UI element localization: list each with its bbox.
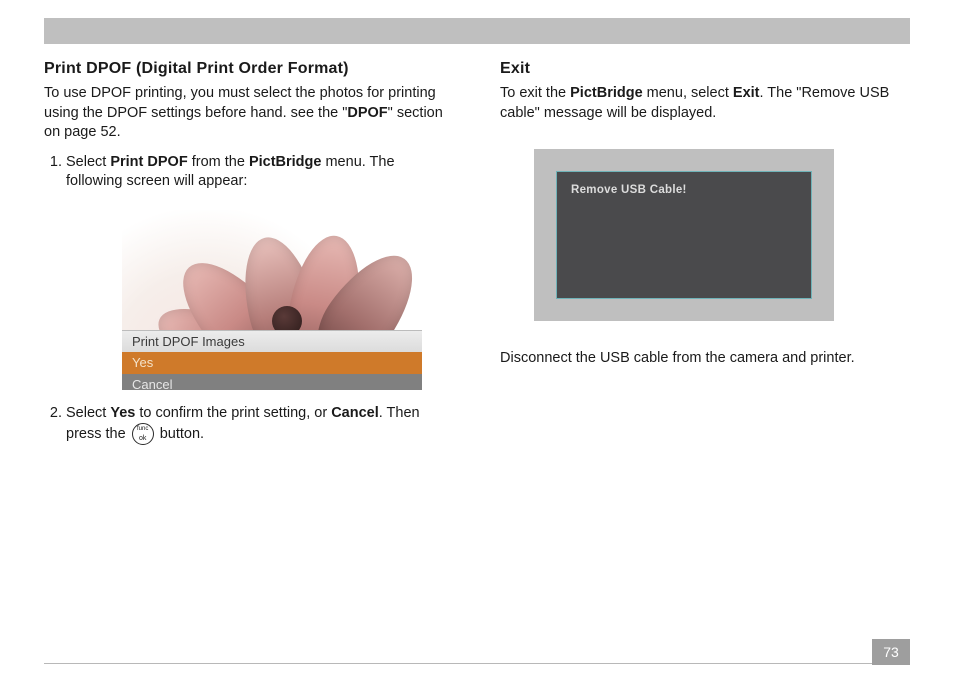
dpof-screenshot: Print DPOF Images Yes Cancel (122, 210, 422, 390)
exit-outro: Disconnect the USB cable from the camera… (500, 349, 910, 369)
text: To exit the (500, 85, 570, 101)
remove-usb-message: Remove USB Cable! (571, 184, 797, 196)
menu-item-cancel: Cancel (122, 374, 422, 390)
text-bold: Print DPOF (110, 154, 187, 170)
text-bold: PictBridge (249, 154, 322, 170)
heading-print-dpof: Print DPOF (Digital Print Order Format) (44, 60, 454, 78)
dpof-steps: Select Print DPOF from the PictBridge me… (44, 153, 454, 446)
text: menu, select (643, 85, 733, 101)
text-bold: PictBridge (570, 85, 643, 101)
menu-title: Print DPOF Images (122, 330, 422, 353)
flower-photo (122, 210, 422, 330)
text-bold: Cancel (331, 405, 379, 421)
page-number: 73 (872, 639, 910, 665)
step-1: Select Print DPOF from the PictBridge me… (66, 153, 454, 390)
text: button. (156, 426, 204, 442)
text-bold: DPOF (347, 105, 387, 121)
text: Select (66, 405, 110, 421)
menu-item-yes: Yes (122, 352, 422, 374)
text: Select (66, 154, 110, 170)
left-column: Print DPOF (Digital Print Order Format) … (44, 60, 454, 453)
func-ok-button-icon (132, 423, 154, 445)
exit-screenshot: Remove USB Cable! (534, 149, 834, 321)
text-bold: Yes (110, 405, 135, 421)
text-bold: Exit (733, 85, 760, 101)
dpof-intro: To use DPOF printing, you must select th… (44, 84, 454, 143)
manual-page: Print DPOF (Digital Print Order Format) … (0, 0, 954, 694)
header-bar (44, 18, 910, 44)
two-column-layout: Print DPOF (Digital Print Order Format) … (44, 60, 910, 453)
dpof-menu: Print DPOF Images Yes Cancel (122, 330, 422, 390)
step-2: Select Yes to confirm the print setting,… (66, 404, 454, 446)
heading-exit: Exit (500, 60, 910, 78)
exit-screen-inner: Remove USB Cable! (556, 171, 812, 299)
page-footer: 73 (44, 663, 910, 664)
exit-intro: To exit the PictBridge menu, select Exit… (500, 84, 910, 123)
text: to confirm the print setting, or (135, 405, 331, 421)
text: from the (188, 154, 249, 170)
right-column: Exit To exit the PictBridge menu, select… (500, 60, 910, 453)
